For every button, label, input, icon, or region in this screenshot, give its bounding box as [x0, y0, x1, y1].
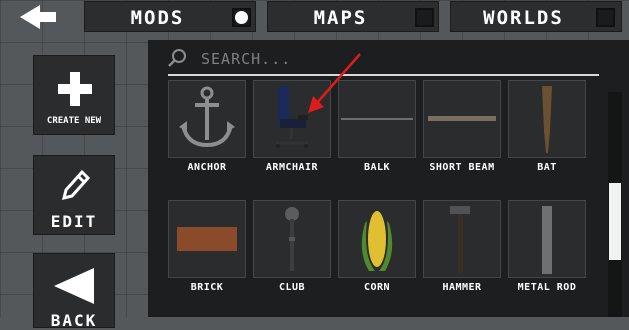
bat-icon: [542, 86, 552, 153]
item-label: BALK: [363, 162, 391, 173]
back-arrow-icon: [20, 5, 56, 29]
tab-mods-label: MODS: [130, 7, 185, 29]
item-label: SHORT BEAM: [429, 162, 495, 173]
search-placeholder: SEARCH...: [201, 50, 292, 68]
create-new-label: CREATE NEW: [46, 116, 102, 126]
item-label: METAL ROD: [517, 282, 577, 293]
tab-mods-checkbox[interactable]: [232, 8, 251, 27]
short-beam-icon: [428, 116, 496, 121]
back-triangle-icon: [54, 268, 94, 304]
plus-icon: [58, 72, 92, 106]
red-arrow-icon: [308, 53, 361, 113]
item-label: BAT: [537, 162, 557, 173]
item-label: CORN: [363, 282, 391, 293]
pencil-icon: [61, 169, 91, 201]
tab-worlds-checkbox[interactable]: [596, 8, 615, 27]
item-browser-panel: SEARCH... ANCHOR ARMCHAIR BALK SHORT BEA…: [148, 40, 629, 317]
tab-worlds-label: WORLDS: [483, 7, 564, 29]
top-bar: MODS MAPS WORLDS: [0, 0, 629, 36]
item-club[interactable]: CLUB: [253, 200, 331, 295]
item-thumbnail: [253, 200, 331, 278]
brick-icon: [177, 227, 237, 251]
item-thumbnail: [508, 200, 586, 278]
tab-maps[interactable]: MAPS: [267, 1, 439, 32]
item-thumbnail: [168, 200, 246, 278]
item-bat[interactable]: BAT: [508, 80, 586, 175]
item-label: ANCHOR: [187, 162, 227, 173]
corn-icon: [361, 211, 393, 271]
back-arrow-button[interactable]: [18, 3, 58, 31]
anchor-icon: [179, 86, 235, 148]
club-icon: [285, 207, 299, 271]
item-label: ARMCHAIR: [265, 162, 319, 173]
item-thumbnail: [338, 200, 416, 278]
hammer-icon: [450, 206, 470, 273]
search-underline: [168, 74, 599, 76]
item-label: BRICK: [190, 282, 224, 293]
item-thumbnail: [423, 80, 501, 158]
edit-button[interactable]: EDIT: [33, 155, 115, 235]
tab-worlds[interactable]: WORLDS: [450, 1, 622, 32]
tab-maps-checkbox[interactable]: [415, 8, 434, 27]
item-metal-rod[interactable]: METAL ROD: [508, 200, 586, 295]
back-label: BACK: [50, 311, 98, 330]
item-brick[interactable]: BRICK: [168, 200, 246, 295]
item-hammer[interactable]: HAMMER: [423, 200, 501, 295]
item-label: HAMMER: [442, 282, 482, 293]
search-icon: [168, 49, 186, 67]
item-label: CLUB: [278, 282, 306, 293]
tab-mods[interactable]: MODS: [84, 1, 256, 32]
tab-maps-label: MAPS: [313, 7, 368, 29]
item-thumbnail: [168, 80, 246, 158]
item-anchor[interactable]: ANCHOR: [168, 80, 246, 175]
item-thumbnail: [423, 200, 501, 278]
item-grid: ANCHOR ARMCHAIR BALK SHORT BEAM BAT BRIC…: [168, 80, 598, 317]
item-corn[interactable]: CORN: [338, 200, 416, 295]
sidebar: CREATE NEW EDIT BACK: [0, 40, 148, 330]
scrollbar-thumb[interactable]: [609, 183, 621, 260]
search-input[interactable]: SEARCH...: [164, 45, 604, 73]
item-short-beam[interactable]: SHORT BEAM: [423, 80, 501, 175]
metal-rod-icon: [542, 206, 552, 274]
create-new-button[interactable]: CREATE NEW: [33, 55, 115, 135]
edit-label: EDIT: [50, 212, 98, 231]
item-thumbnail: [508, 80, 586, 158]
